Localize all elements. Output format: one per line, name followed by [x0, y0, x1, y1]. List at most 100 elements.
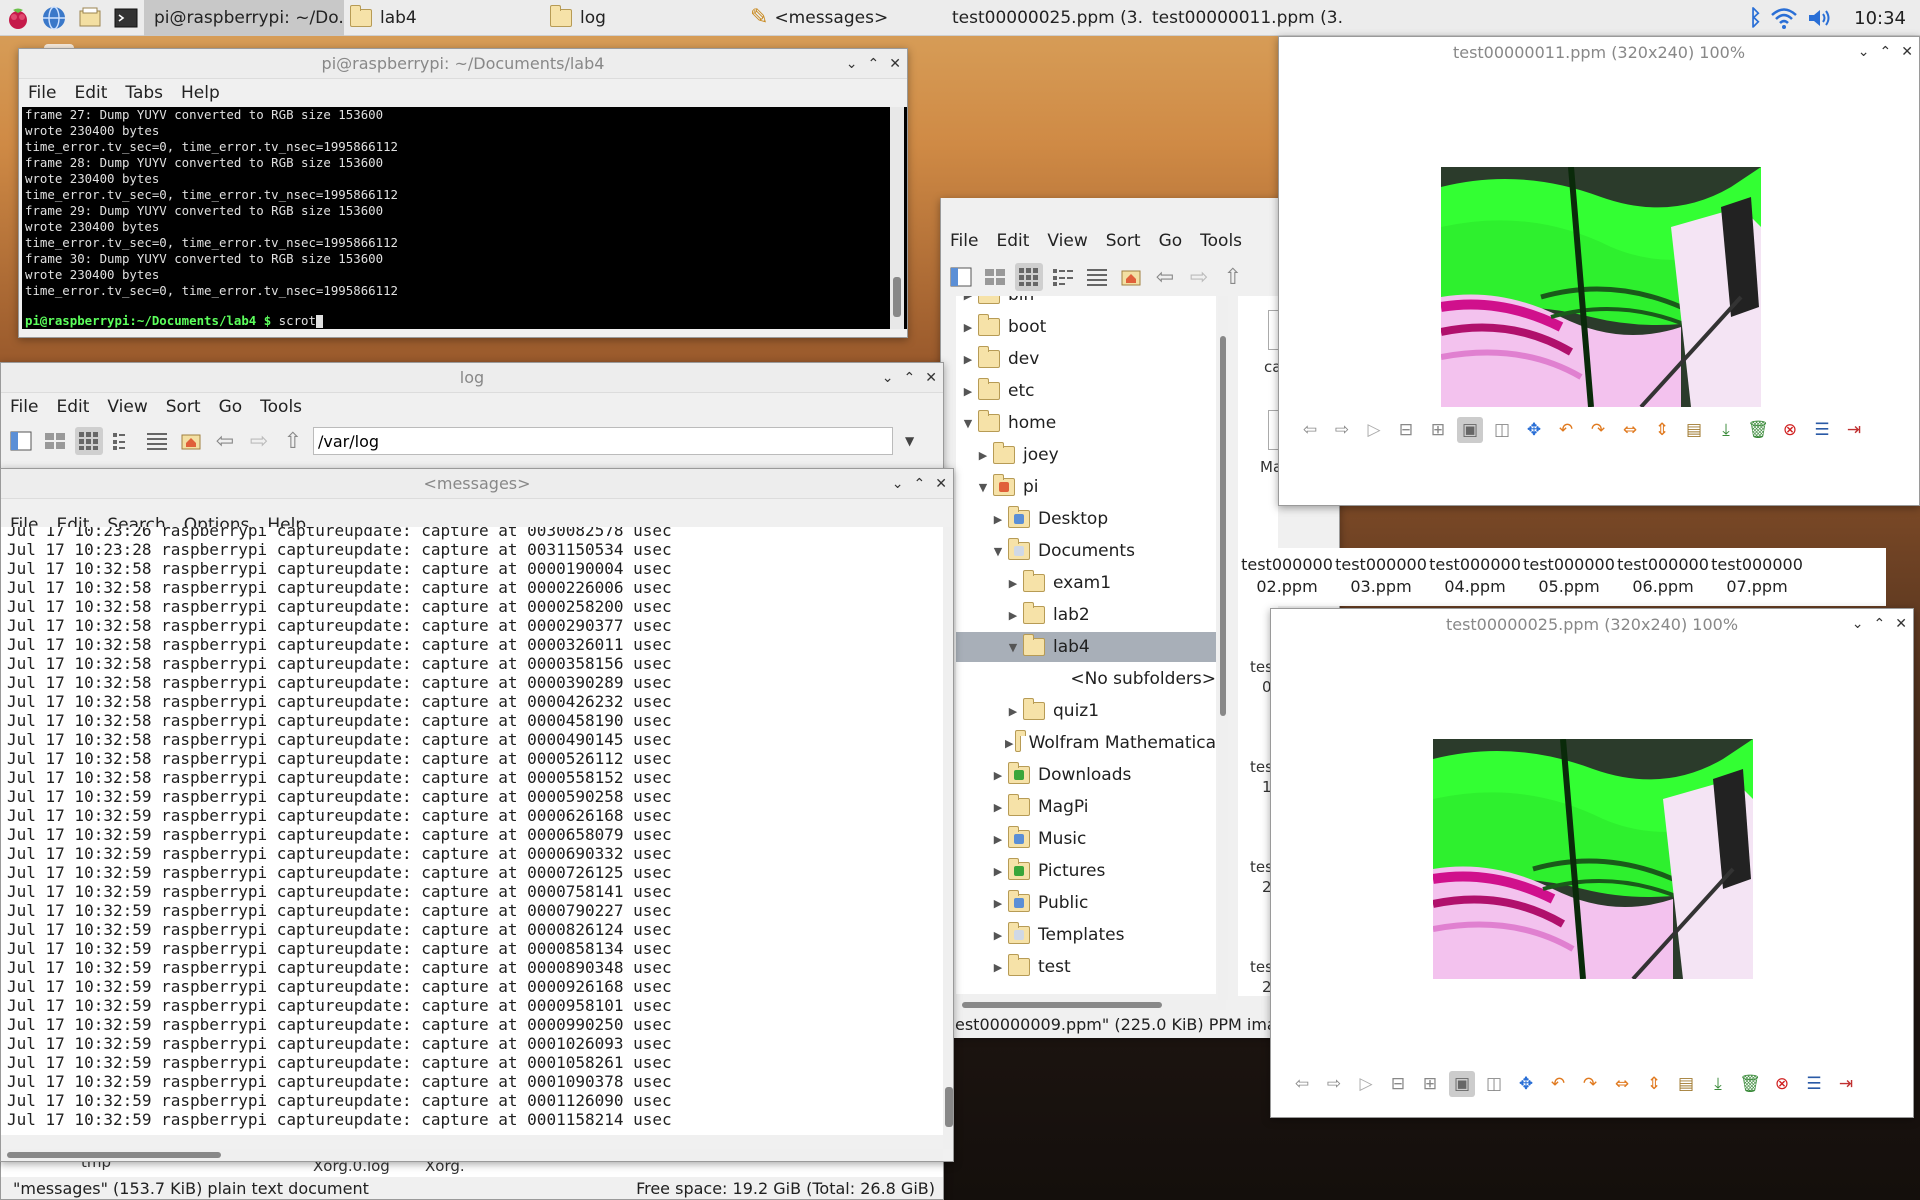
- path-dropdown-icon[interactable]: ▼: [905, 434, 914, 448]
- taskbar-messages-button[interactable]: ✎ <messages>: [744, 0, 944, 36]
- file-item[interactable]: test000000 07.ppm: [1710, 548, 1804, 606]
- delete-icon[interactable]: 🗑: [1745, 417, 1771, 443]
- collapsed-arrow-icon[interactable]: ▶: [960, 353, 976, 366]
- menu-tabs[interactable]: Tabs: [116, 83, 172, 103]
- menu-sort[interactable]: Sort: [157, 397, 210, 417]
- expanded-arrow-icon[interactable]: ▼: [990, 545, 1006, 558]
- tree-item[interactable]: ▶ exam1: [956, 568, 1216, 598]
- menu-tools[interactable]: Tools: [251, 397, 311, 417]
- quit-icon[interactable]: ⇥: [1833, 1071, 1859, 1097]
- previous-icon[interactable]: ⇦: [1289, 1071, 1315, 1097]
- terminal-output[interactable]: frame 27: Dump YUYV converted to RGB siz…: [22, 107, 907, 329]
- thumbnail-view-icon[interactable]: [75, 427, 103, 455]
- close-icon[interactable]: ✕: [935, 476, 947, 492]
- menu-help[interactable]: Help: [172, 83, 229, 103]
- menu-edit[interactable]: Edit: [65, 83, 116, 103]
- preferences-icon[interactable]: ☰: [1801, 1071, 1827, 1097]
- home-icon[interactable]: [177, 427, 205, 455]
- tree-item[interactable]: ▶ Desktop: [956, 504, 1216, 534]
- original-size-icon[interactable]: ◫: [1489, 417, 1515, 443]
- expanded-arrow-icon[interactable]: ▼: [1005, 641, 1021, 654]
- terminal-prompt-line[interactable]: pi@raspberrypi:~/Documents/lab4 $ scrot: [25, 313, 907, 329]
- expanded-arrow-icon[interactable]: ▼: [975, 481, 991, 494]
- tree-item[interactable]: ▼ home: [956, 408, 1216, 438]
- viewer25-titlebar[interactable]: test00000025.ppm (320x240) 100% ⌄ ⌃ ✕: [1271, 609, 1913, 639]
- menu-edit[interactable]: Edit: [987, 231, 1038, 251]
- taskbar-terminal-button[interactable]: pi@raspberrypi: ~/Do...: [144, 0, 344, 36]
- menu-edit[interactable]: Edit: [47, 397, 98, 417]
- tree-item[interactable]: ▼ Documents: [956, 536, 1216, 566]
- menu-file[interactable]: File: [19, 83, 65, 103]
- tree-item[interactable]: ▶ bin: [956, 296, 1216, 310]
- maximize-icon[interactable]: ⌃: [1874, 616, 1886, 632]
- file-item[interactable]: test000000 05.ppm: [1522, 548, 1616, 606]
- collapsed-arrow-icon[interactable]: ▶: [1005, 609, 1021, 622]
- tree-item[interactable]: ▶ lab2: [956, 600, 1216, 630]
- taskbar-viewer11-button[interactable]: test00000011.ppm (3...: [1144, 0, 1344, 36]
- close-image-icon[interactable]: ⊗: [1769, 1071, 1795, 1097]
- tree-item[interactable]: ▶ MagPi: [956, 792, 1216, 822]
- zoom-in-icon[interactable]: ⊞: [1425, 417, 1451, 443]
- collapsed-arrow-icon[interactable]: ▶: [990, 801, 1006, 814]
- messages-hscrollbar[interactable]: [1, 1149, 943, 1161]
- fullscreen-icon[interactable]: ✥: [1521, 417, 1547, 443]
- slideshow-icon[interactable]: ▷: [1361, 417, 1387, 443]
- partial-file-icon[interactable]: [1268, 310, 1278, 350]
- save-icon[interactable]: ⤓: [1713, 417, 1739, 443]
- thumbnail-view-icon[interactable]: [1015, 263, 1043, 291]
- close-image-icon[interactable]: ⊗: [1777, 417, 1803, 443]
- quit-icon[interactable]: ⇥: [1841, 417, 1867, 443]
- fit-icon[interactable]: ▣: [1457, 417, 1483, 443]
- forward-arrow-icon[interactable]: ⇨: [245, 427, 273, 455]
- tree-item[interactable]: <No subfolders>: [956, 664, 1216, 694]
- tree-item[interactable]: ▶ etc: [956, 376, 1216, 406]
- next-icon[interactable]: ⇨: [1321, 1071, 1347, 1097]
- maximize-icon[interactable]: ⌃: [914, 476, 926, 492]
- collapsed-arrow-icon[interactable]: ▶: [1005, 737, 1013, 750]
- raspberry-menu-icon[interactable]: [0, 0, 36, 36]
- menu-file[interactable]: File: [941, 231, 987, 251]
- file-item[interactable]: test000000 06.ppm: [1616, 548, 1710, 606]
- tree-item[interactable]: ▶ dev: [956, 344, 1216, 374]
- minimize-icon[interactable]: ⌄: [1858, 44, 1870, 60]
- previous-icon[interactable]: ⇦: [1297, 417, 1323, 443]
- menu-go[interactable]: Go: [1150, 231, 1192, 251]
- collapsed-arrow-icon[interactable]: ▶: [975, 449, 991, 462]
- back-arrow-icon[interactable]: ⇦: [211, 427, 239, 455]
- terminal-titlebar[interactable]: pi@raspberrypi: ~/Documents/lab4 ⌄ ⌃ ✕: [19, 49, 907, 79]
- terminal-icon[interactable]: [108, 0, 144, 36]
- collapsed-arrow-icon[interactable]: ▶: [1005, 577, 1021, 590]
- bluetooth-icon[interactable]: ᛒ: [1749, 6, 1762, 31]
- collapsed-arrow-icon[interactable]: ▶: [990, 769, 1006, 782]
- preferences-icon[interactable]: ☰: [1809, 417, 1835, 443]
- viewer11-titlebar[interactable]: test00000011.ppm (320x240) 100% ⌄ ⌃ ✕: [1279, 37, 1919, 67]
- flip-vertical-icon[interactable]: ⇕: [1641, 1071, 1667, 1097]
- minimize-icon[interactable]: ⌄: [846, 56, 858, 72]
- rotate-right-icon[interactable]: ↷: [1585, 417, 1611, 443]
- wifi-icon[interactable]: [1770, 6, 1798, 30]
- next-icon[interactable]: ⇨: [1329, 417, 1355, 443]
- zoom-out-icon[interactable]: ⊟: [1393, 417, 1419, 443]
- collapsed-arrow-icon[interactable]: ▶: [990, 833, 1006, 846]
- back-arrow-icon[interactable]: ⇦: [1151, 263, 1179, 291]
- compact-view-icon[interactable]: [109, 427, 137, 455]
- tree-hscrollbar[interactable]: [956, 1000, 1226, 1010]
- icon-view-icon[interactable]: [41, 427, 69, 455]
- flip-vertical-icon[interactable]: ⇕: [1649, 417, 1675, 443]
- file-manager-icon[interactable]: [72, 0, 108, 36]
- tree-item[interactable]: ▶ Public: [956, 888, 1216, 918]
- up-arrow-icon[interactable]: ⇧: [279, 427, 307, 455]
- file-item[interactable]: test000000 03.ppm: [1334, 548, 1428, 606]
- fit-icon[interactable]: ▣: [1449, 1071, 1475, 1097]
- file-item[interactable]: test000000 04.ppm: [1428, 548, 1522, 606]
- log-titlebar[interactable]: log ⌄ ⌃ ✕: [1, 363, 943, 393]
- taskbar-lab4-button[interactable]: lab4: [344, 0, 544, 36]
- tree-item[interactable]: ▶ joey: [956, 440, 1216, 470]
- zoom-out-icon[interactable]: ⊟: [1385, 1071, 1411, 1097]
- tree-item[interactable]: ▶ Wolfram Mathematica: [956, 728, 1216, 758]
- menu-view[interactable]: View: [98, 397, 156, 417]
- zoom-in-icon[interactable]: ⊞: [1417, 1071, 1443, 1097]
- taskbar-viewer25-button[interactable]: test00000025.ppm (3...: [944, 0, 1144, 36]
- flip-horizontal-icon[interactable]: ⇔: [1617, 417, 1643, 443]
- collapsed-arrow-icon[interactable]: ▶: [990, 929, 1006, 942]
